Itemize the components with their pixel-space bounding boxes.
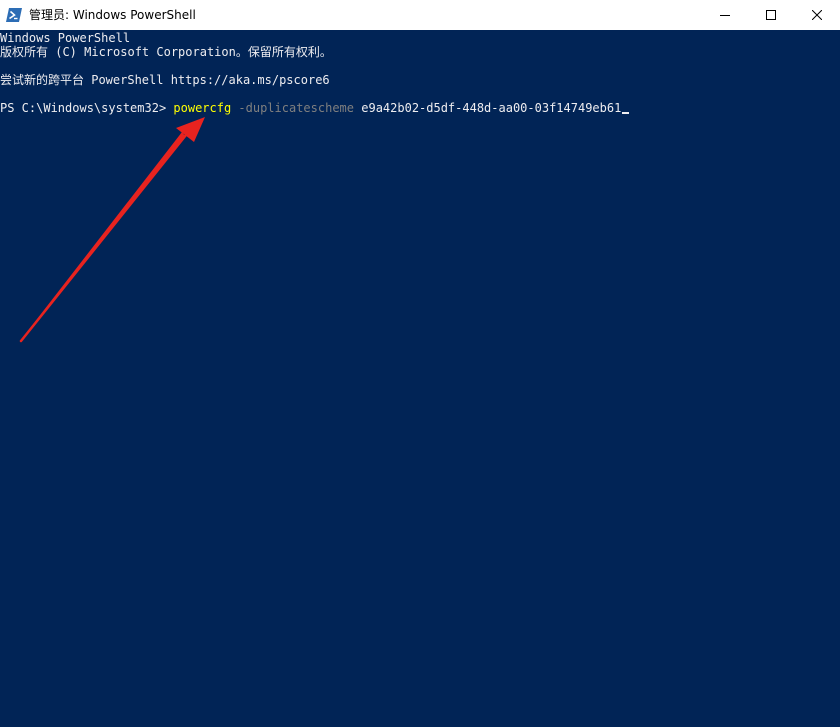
minimize-button[interactable]	[702, 0, 748, 30]
copyright-line: 版权所有 (C) Microsoft Corporation。保留所有权利。	[0, 45, 332, 59]
minimize-icon	[720, 15, 730, 16]
pscore-hint-line: 尝试新的跨平台 PowerShell https://aka.ms/pscore…	[0, 73, 330, 87]
banner-line: Windows PowerShell	[0, 31, 131, 45]
close-icon	[812, 10, 822, 20]
command-name: powercfg	[173, 101, 232, 115]
close-button[interactable]	[794, 0, 840, 30]
console-area[interactable]: Windows PowerShell 版权所有 (C) Microsoft Co…	[0, 30, 840, 727]
maximize-button[interactable]	[748, 0, 794, 30]
window-title: 管理员: Windows PowerShell	[29, 8, 196, 22]
command-parameter: -duplicatescheme	[231, 101, 355, 115]
command-line[interactable]: PS C:\Windows\system32> powercfg -duplic…	[0, 101, 630, 115]
prompt: PS C:\Windows\system32>	[0, 101, 174, 115]
powershell-icon	[6, 7, 22, 23]
command-argument: e9a42b02-d5df-448d-aa00-03f14749eb61	[354, 101, 622, 115]
title-bar[interactable]: 管理员: Windows PowerShell	[0, 0, 840, 30]
maximize-icon	[766, 10, 776, 20]
powershell-window: 管理员: Windows PowerShell Windows PowerShe…	[0, 0, 840, 727]
text-cursor	[622, 112, 630, 114]
window-controls	[702, 0, 840, 30]
